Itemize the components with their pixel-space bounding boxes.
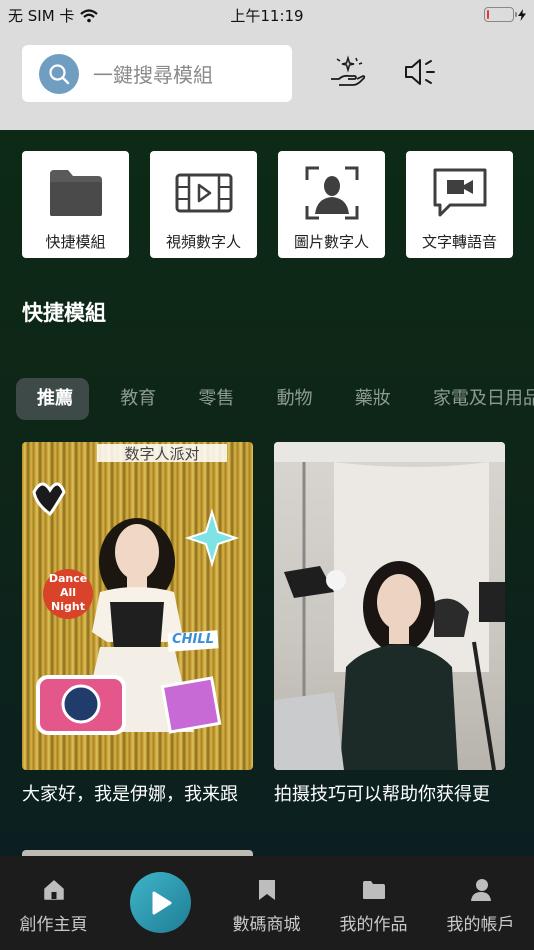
- sticker-dance: Dance All Night: [48, 572, 88, 613]
- banner-text: 数字人派对: [124, 445, 200, 463]
- tab-animals[interactable]: 動物: [266, 378, 324, 420]
- create-play-button[interactable]: [130, 872, 191, 933]
- nav-label: 創作主頁: [19, 915, 88, 935]
- video-card[interactable]: 拍摄技巧可以帮助你获得更: [274, 442, 505, 806]
- chat-video-icon: [432, 165, 488, 221]
- thumbnail-art: [274, 442, 505, 770]
- battery-icon: [484, 7, 517, 22]
- play-icon: [152, 891, 171, 914]
- sticker-chill: CHILL: [172, 632, 214, 647]
- tab-retail[interactable]: 零售: [187, 378, 245, 420]
- tab-education[interactable]: 教育: [109, 378, 167, 420]
- main-content: 快捷模組 視頻數字人 圖片數字人 文字轉語音 快捷模組 推薦 教育 零售 動物 …: [0, 130, 534, 856]
- nav-my-works[interactable]: 我的作品: [320, 856, 427, 950]
- folder-icon: [48, 165, 104, 221]
- search-placeholder: 一鍵搜尋模組: [93, 63, 213, 87]
- home-icon: [43, 878, 65, 902]
- bookmark-icon: [257, 878, 277, 902]
- portrait-frame-icon: [305, 165, 359, 221]
- charging-icon: [518, 8, 526, 21]
- header: 一鍵搜尋模組: [0, 30, 534, 130]
- quick-action-image-avatar[interactable]: 圖片數字人: [278, 151, 385, 258]
- status-right: [484, 7, 526, 22]
- folder-icon: [362, 878, 386, 902]
- search-icon[interactable]: [39, 53, 79, 94]
- nav-my-account[interactable]: 我的帳戶: [427, 856, 534, 950]
- section-title: 快捷模組: [22, 301, 106, 325]
- quick-action-label: 文字轉語音: [421, 233, 497, 251]
- tab-recommended[interactable]: 推薦: [16, 378, 89, 420]
- quick-action-label: 圖片數字人: [293, 233, 369, 251]
- quick-action-text-to-speech[interactable]: 文字轉語音: [406, 151, 513, 258]
- quick-action-shortcut-modules[interactable]: 快捷模組: [22, 151, 129, 258]
- search-input[interactable]: 一鍵搜尋模組: [22, 45, 292, 102]
- film-play-icon: [175, 165, 233, 221]
- user-icon: [470, 878, 492, 902]
- quick-action-label: 視頻數字人: [165, 233, 241, 251]
- status-time: 上午11:19: [230, 7, 304, 25]
- nav-label: 我的作品: [339, 915, 408, 935]
- speaker-icon[interactable]: [400, 52, 440, 92]
- video-thumbnail[interactable]: [274, 442, 505, 770]
- status-bar: 无 SIM 卡 上午11:19: [0, 0, 534, 30]
- tab-home-appliances[interactable]: 家電及日用品: [422, 378, 534, 420]
- nav-label: 數碼商城: [232, 915, 301, 935]
- video-thumbnail[interactable]: 数字人派对 Dance All Night CHILL: [22, 442, 253, 770]
- nav-digital-mall[interactable]: 數碼商城: [213, 856, 320, 950]
- category-tabs: 推薦 教育 零售 動物 藥妝 家電及日用品: [16, 378, 534, 420]
- video-caption: 大家好，我是伊娜，我来跟: [22, 784, 238, 805]
- tab-cosmetics[interactable]: 藥妝: [344, 378, 402, 420]
- hand-sparkle-icon[interactable]: [328, 52, 368, 92]
- nav-label: 我的帳戶: [446, 915, 515, 935]
- video-card[interactable]: 数字人派对 Dance All Night CHILL 大家好，我是伊娜，我来跟: [22, 442, 253, 806]
- quick-action-label: 快捷模組: [45, 233, 106, 251]
- bottom-nav: 創作主頁 數碼商城 我的作品 我的帳戶: [0, 856, 534, 950]
- quick-action-video-avatar[interactable]: 視頻數字人: [150, 151, 257, 258]
- nav-home[interactable]: 創作主頁: [0, 856, 107, 950]
- video-caption: 拍摄技巧可以帮助你获得更: [274, 784, 490, 805]
